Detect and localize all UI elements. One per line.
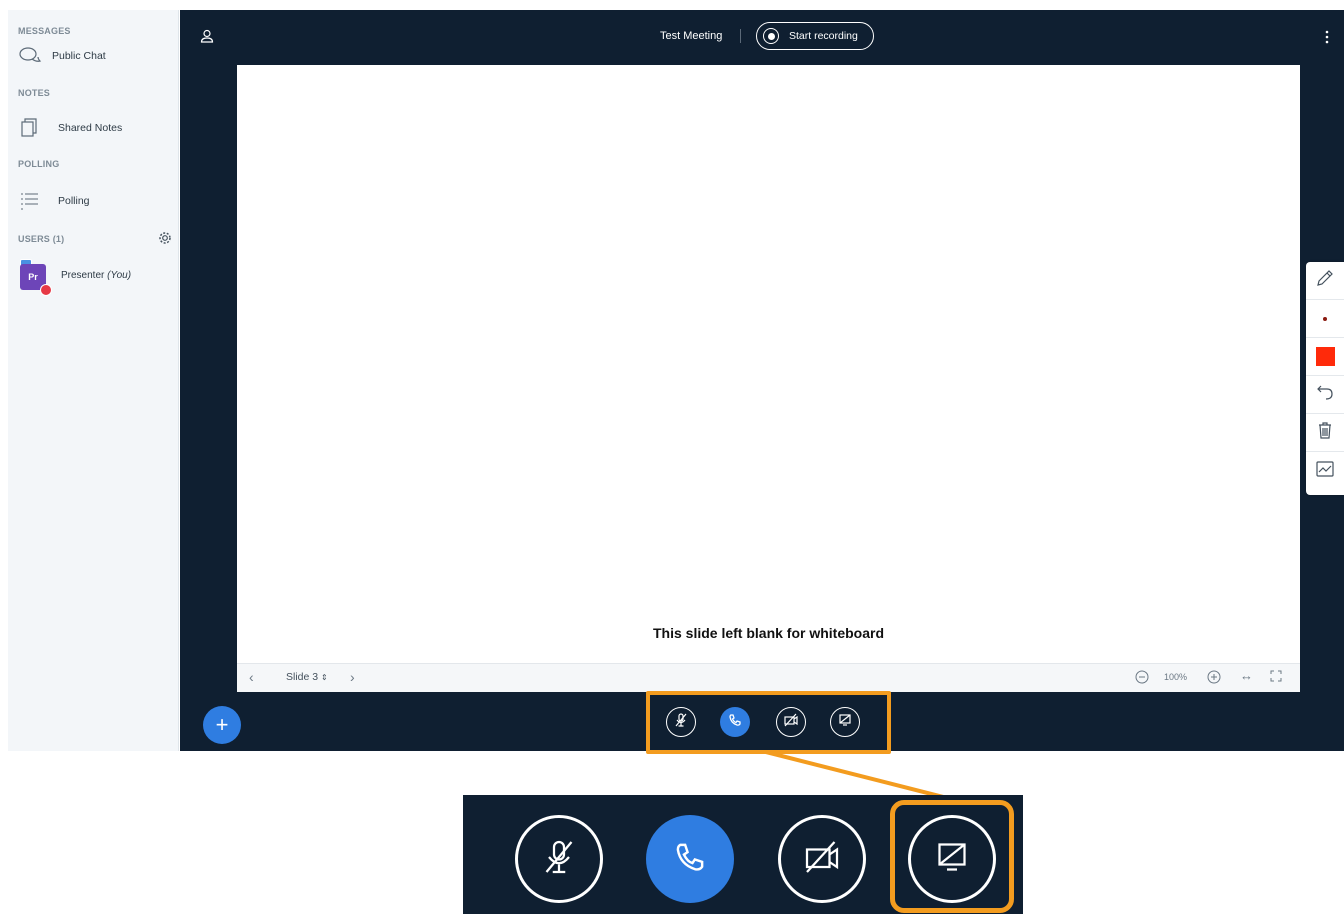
dot-thickness-icon	[1323, 316, 1327, 321]
meeting-title: Test Meeting	[660, 30, 723, 42]
clear-tool-button[interactable]	[1306, 414, 1344, 452]
record-icon	[763, 28, 779, 44]
pencil-icon	[1315, 268, 1335, 293]
fit-width-icon[interactable]: ↔	[1240, 668, 1253, 683]
add-actions-button[interactable]: +	[203, 706, 241, 744]
fullscreen-icon[interactable]	[1270, 670, 1282, 685]
next-slide-icon[interactable]: ›	[350, 669, 355, 685]
user-list-toggle-icon[interactable]	[200, 29, 214, 48]
user-name: Presenter	[61, 270, 105, 281]
sidebar: MESSAGES Public Chat NOTES Shared Notes …	[8, 10, 179, 751]
chevron-updown-icon: ⇕	[321, 673, 328, 682]
share-screen-button[interactable]	[830, 707, 860, 737]
whiteboard-chart-icon	[1315, 459, 1335, 484]
color-tool-button[interactable]	[1306, 338, 1344, 376]
start-recording-label: Start recording	[789, 30, 858, 42]
sidebar-item-shared-notes[interactable]: Shared Notes	[18, 116, 168, 140]
notes-section-title: NOTES	[18, 88, 51, 98]
public-chat-label: Public Chat	[52, 50, 106, 62]
join-video-button[interactable]	[776, 707, 806, 737]
trash-icon	[1315, 420, 1335, 445]
list-icon	[18, 191, 44, 211]
whiteboard-toolbar	[1306, 262, 1344, 495]
start-recording-button[interactable]: Start recording	[756, 22, 874, 50]
messages-section-title: MESSAGES	[18, 26, 71, 36]
main-area: Test Meeting Start recording This slide …	[180, 10, 1344, 754]
microphone-muted-icon	[539, 837, 579, 882]
undo-tool-button[interactable]	[1306, 376, 1344, 414]
muted-badge-icon	[40, 284, 52, 296]
video-off-icon	[783, 712, 799, 733]
mute-button[interactable]	[666, 707, 696, 737]
multi-user-tool-button[interactable]	[1306, 452, 1344, 490]
user-list-item[interactable]: Presenter (You)	[61, 270, 131, 281]
slide-selector[interactable]: Slide 3 ⇕	[286, 671, 328, 683]
mute-button-zoomed[interactable]	[515, 815, 603, 903]
color-swatch-icon	[1315, 347, 1335, 366]
slide-number: Slide 3	[286, 671, 319, 683]
whiteboard-slide[interactable]: This slide left blank for whiteboard	[237, 65, 1300, 663]
phone-icon	[673, 840, 707, 879]
undo-icon	[1315, 382, 1335, 407]
thickness-tool-button[interactable]	[1306, 300, 1344, 338]
zoom-level: 100%	[1164, 672, 1188, 682]
slide-caption: This slide left blank for whiteboard	[652, 625, 885, 641]
title-divider	[740, 29, 741, 43]
previous-slide-icon[interactable]: ‹	[249, 669, 254, 685]
polling-section-title: POLLING	[18, 159, 60, 169]
screen-share-highlight	[890, 800, 1014, 913]
microphone-muted-icon	[673, 712, 689, 733]
chat-icon	[18, 46, 44, 66]
leave-audio-button[interactable]	[720, 707, 750, 737]
slide-toolbar: ‹ Slide 3 ⇕ › 100% ↔	[237, 663, 1300, 692]
phone-icon	[728, 713, 742, 732]
screen-share-off-icon	[837, 712, 853, 733]
polling-label: Polling	[58, 195, 90, 207]
join-video-button-zoomed[interactable]	[778, 815, 866, 903]
gear-icon[interactable]	[158, 231, 172, 245]
notes-icon	[18, 118, 44, 138]
zoom-out-icon[interactable]	[1135, 670, 1149, 687]
pencil-tool-button[interactable]	[1306, 262, 1344, 300]
shared-notes-label: Shared Notes	[58, 122, 123, 134]
users-section-title: USERS (1)	[18, 234, 65, 244]
sidebar-item-polling[interactable]: Polling	[18, 189, 168, 213]
video-off-icon	[802, 837, 842, 882]
user-tag: (You)	[107, 270, 132, 281]
sidebar-item-public-chat[interactable]: Public Chat	[18, 44, 168, 68]
more-options-icon[interactable]	[1325, 30, 1329, 44]
zoom-in-icon[interactable]	[1207, 670, 1221, 687]
leave-audio-button-zoomed[interactable]	[646, 815, 734, 903]
